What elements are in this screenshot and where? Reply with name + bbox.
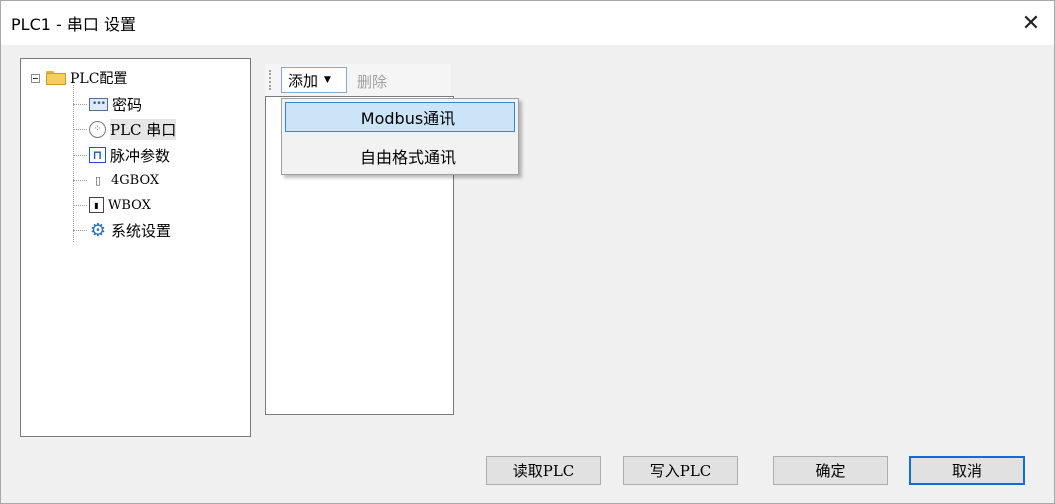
read-plc-label: 读取PLC <box>512 462 575 480</box>
tree-item-pulse-params[interactable]: ⊓ 脉冲参数 <box>73 144 170 166</box>
cancel-label: 取消 <box>951 462 982 480</box>
menu-item-free-format[interactable]: 自由格式通讯 <box>285 141 515 171</box>
collapse-icon[interactable] <box>31 73 40 83</box>
menu-item-label: Modbus通讯 <box>360 109 456 128</box>
toolbar-grip[interactable] <box>269 70 273 90</box>
tree-item-label: WBOX <box>108 197 151 213</box>
close-icon: ✕ <box>1021 10 1041 36</box>
read-plc-button[interactable]: 读取PLC <box>486 456 601 485</box>
config-tree: PLC配置 ••• 密码 ⁘ PLC 串口 ⊓ 脉冲参数 ▯ 4GBOX ▮ W… <box>20 58 251 437</box>
write-plc-button[interactable]: 写入PLC <box>623 456 738 485</box>
tree-item-label: 系统设置 <box>111 221 172 240</box>
pulse-icon: ⊓ <box>89 147 106 163</box>
tree-root-plc-config[interactable]: PLC配置 <box>31 68 127 88</box>
list-toolbar: 添加 ▼ 删除 <box>265 64 451 96</box>
tree-item-label: 密码 <box>112 95 143 114</box>
tree-item-password[interactable]: ••• 密码 <box>73 93 142 115</box>
ok-label: 确定 <box>815 462 846 480</box>
gear-icon: ⚙ <box>89 219 107 241</box>
4gbox-icon: ▯ <box>94 173 102 187</box>
tree-item-label: 脉冲参数 <box>110 146 171 165</box>
tree-root-label: PLC配置 <box>70 71 128 87</box>
folder-icon <box>46 71 66 85</box>
cancel-button[interactable]: 取消 <box>909 456 1025 485</box>
chevron-down-icon: ▼ <box>324 75 331 85</box>
title-bar: PLC1 - 串口 设置 ✕ <box>1 1 1054 45</box>
menu-item-modbus[interactable]: Modbus通讯 <box>285 102 515 132</box>
add-dropdown-button[interactable]: 添加 ▼ <box>281 67 347 93</box>
window-title: PLC1 - 串口 设置 <box>11 15 136 34</box>
serial-port-icon: ⁘ <box>89 120 106 138</box>
password-icon: ••• <box>89 97 108 111</box>
menu-item-label: 自由格式通讯 <box>359 148 456 167</box>
write-plc-label: 写入PLC <box>649 462 712 480</box>
add-menu: Modbus通讯 自由格式通讯 <box>281 98 519 175</box>
settings-dialog: PLC1 - 串口 设置 ✕ PLC配置 ••• 密码 ⁘ PLC 串口 ⊓ 脉… <box>0 0 1055 504</box>
add-button-label: 添加 <box>288 71 319 90</box>
wbox-icon: ▮ <box>89 197 104 213</box>
tree-item-label: PLC 串口 <box>110 118 177 140</box>
tree-item-plc-serial[interactable]: ⁘ PLC 串口 <box>73 118 177 140</box>
tree-item-system-settings[interactable]: ⚙ 系统设置 <box>73 219 171 241</box>
ok-button[interactable]: 确定 <box>773 456 888 485</box>
tree-item-4gbox[interactable]: ▯ 4GBOX <box>73 169 159 191</box>
close-button[interactable]: ✕ <box>1008 1 1054 45</box>
tree-item-label: 4GBOX <box>111 172 160 188</box>
tree-item-wbox[interactable]: ▮ WBOX <box>73 194 151 216</box>
delete-button[interactable]: 删除 <box>357 71 387 92</box>
